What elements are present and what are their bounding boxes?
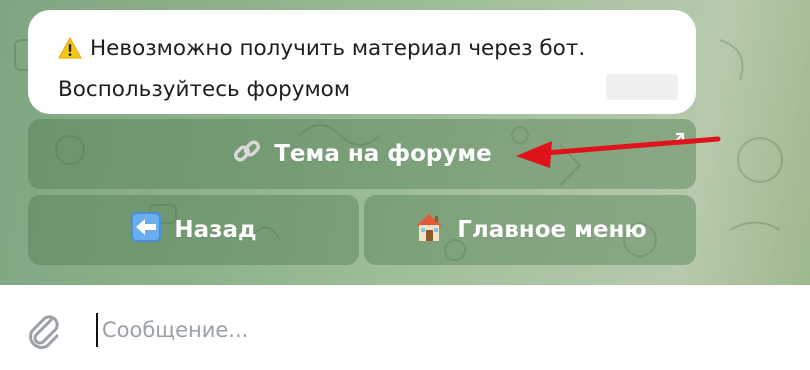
external-link-arrow-icon (670, 127, 686, 153)
back-button[interactable]: Назад (28, 195, 359, 265)
message-time-placeholder (606, 74, 678, 100)
message-composer (0, 285, 810, 370)
warning-icon (58, 34, 82, 71)
message-text-line-1: Невозможно получить материал через бот. (90, 36, 586, 61)
link-icon (232, 136, 262, 172)
message-bubble: Невозможно получить материал через бот. … (28, 10, 696, 114)
house-icon (413, 211, 445, 249)
forum-topic-button[interactable]: Тема на форуме (28, 119, 696, 189)
back-arrow-icon (130, 211, 162, 249)
paperclip-icon[interactable] (24, 310, 66, 356)
forum-topic-label: Тема на форуме (274, 141, 492, 167)
message-line-1: Невозможно получить материал через бот. (58, 30, 696, 71)
chat-background: Невозможно получить материал через бот. … (0, 0, 810, 285)
back-label: Назад (174, 217, 257, 243)
message-input[interactable] (96, 313, 776, 347)
main-menu-button[interactable]: Главное меню (364, 195, 696, 265)
main-menu-label: Главное меню (457, 217, 647, 243)
message-line-2: Воспользуйтесь форумом (58, 77, 351, 102)
